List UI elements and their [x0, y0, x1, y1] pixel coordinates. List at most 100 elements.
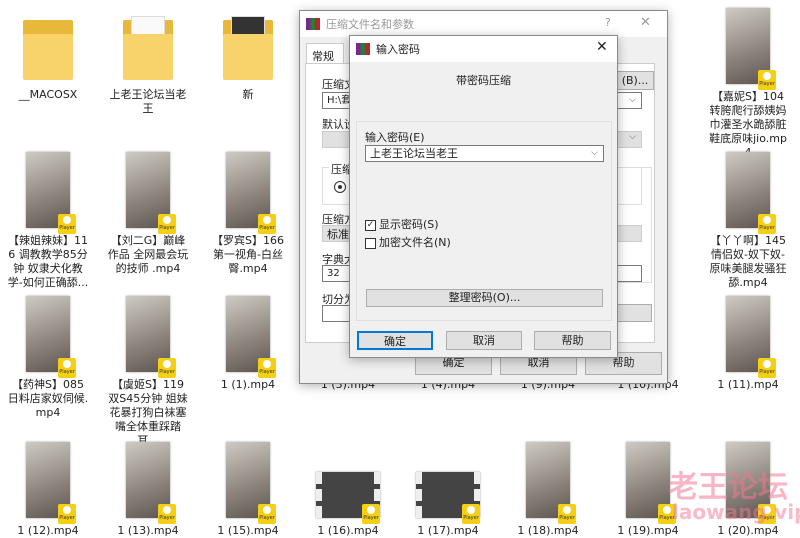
- chevron-down-icon: ⌵: [629, 95, 636, 105]
- file-item[interactable]: Player 1 (15).mp4: [200, 442, 296, 538]
- file-item[interactable]: Player 【辣姐辣妹】116 调教教学85分钟 奴隶犬化教学-如何正确舔...: [0, 152, 96, 290]
- file-item[interactable]: Player 【药神S】085 日料店家奴伺候.mp4: [0, 296, 96, 420]
- help-button[interactable]: 帮助: [534, 331, 611, 350]
- watermark-url: laowang.vip: [672, 500, 800, 524]
- organize-passwords-button[interactable]: 整理密码(O)...: [366, 289, 603, 307]
- chevron-down-icon: ⌵: [591, 148, 598, 158]
- player-badge-icon: Player: [558, 504, 576, 524]
- video-thumbnail: Player: [26, 442, 76, 524]
- player-badge-icon: Player: [58, 214, 76, 234]
- checkbox-checked-icon: ✓: [365, 219, 376, 231]
- help-icon[interactable]: ?: [605, 16, 611, 29]
- video-thumbnail: Player: [226, 152, 276, 234]
- folder-item[interactable]: __MACOSX: [0, 8, 96, 102]
- password-dialog: 输入密码 ✕ 带密码压缩 输入密码(E) 上老王论坛当老王 ⌵ ✓ 显示密码(S) …: [349, 35, 618, 358]
- winrar-icon: [306, 18, 320, 30]
- file-name: 【刘二G】巅峰作品 全网最会玩的技师 .mp4: [107, 234, 189, 275]
- player-badge-icon: Player: [158, 504, 176, 524]
- cancel-button[interactable]: 取消: [446, 331, 522, 350]
- tab-general[interactable]: 常规: [306, 43, 344, 64]
- title-bar: 压缩文件名和参数 ? ✕: [300, 11, 667, 37]
- file-name: 【罗宾S】166 第一视角-白丝臀.mp4: [212, 234, 284, 275]
- player-badge-icon: Player: [58, 358, 76, 378]
- video-thumbnail: Player: [416, 472, 480, 524]
- file-item[interactable]: Player 【虞姬S】119 双S45分钟 姐妹花暴打狗白袜塞嘴全体重踩踏耳..…: [100, 296, 196, 448]
- file-name: 1 (13).mp4: [117, 524, 179, 537]
- file-item[interactable]: Player 1 (1).mp4: [200, 296, 296, 392]
- file-item[interactable]: Player 1 (13).mp4: [100, 442, 196, 538]
- video-thumbnail: Player: [226, 296, 276, 378]
- file-item[interactable]: Player 1 (11).mp4: [700, 296, 796, 392]
- file-name: 【药神S】085 日料店家奴伺候.mp4: [7, 378, 89, 419]
- browse-button[interactable]: (B)...: [616, 71, 654, 90]
- file-name: __MACOSX: [18, 88, 78, 101]
- file-item[interactable]: Player 1 (12).mp4: [0, 442, 96, 538]
- show-password-checkbox[interactable]: ✓ 显示密码(S): [365, 216, 439, 232]
- dialog-heading: 带密码压缩: [456, 74, 511, 87]
- file-name: 1 (15).mp4: [217, 524, 279, 537]
- dialog-title: 输入密码: [376, 43, 420, 56]
- close-icon[interactable]: ✕: [596, 39, 608, 55]
- file-name: 1 (17).mp4: [417, 524, 479, 537]
- file-item[interactable]: Player 【罗宾S】166 第一视角-白丝臀.mp4: [200, 152, 296, 276]
- file-name: 1 (16).mp4: [317, 524, 379, 537]
- file-item[interactable]: Player 1 (18).mp4: [500, 442, 596, 538]
- video-thumbnail: Player: [126, 152, 176, 234]
- password-input[interactable]: 上老王论坛当老王 ⌵: [365, 145, 604, 162]
- chevron-down-icon: ⌵: [629, 132, 636, 142]
- folder-icon: [123, 16, 173, 82]
- file-name: 【辣姐辣妹】116 调教教学85分钟 奴隶犬化教学-如何正确舔...: [7, 234, 89, 289]
- file-name: 1 (11).mp4: [717, 378, 779, 391]
- folder-icon: [223, 16, 273, 82]
- ok-button[interactable]: 确定: [357, 331, 433, 350]
- options-button[interactable]: [616, 304, 652, 322]
- checkbox-icon: [365, 237, 376, 249]
- title-bar: 输入密码 ✕: [350, 36, 617, 62]
- player-badge-icon: Player: [462, 504, 480, 524]
- file-item[interactable]: Player【嘉妮S】104 转胯爬行舔姨妈巾灌圣水跪舔脏鞋底原味jio.mp4: [700, 8, 796, 160]
- file-name: 1 (20).mp4: [717, 524, 779, 537]
- player-badge-icon: Player: [758, 358, 776, 378]
- password-label: 输入密码(E): [365, 131, 425, 144]
- dialog-title: 压缩文件名和参数: [326, 18, 414, 31]
- file-item[interactable]: Player 【丫丫啊】145 情侣奴-奴下奴-原味美腿发骚狂舔.mp4: [700, 152, 796, 290]
- file-name: 【嘉妮S】104 转胯爬行舔姨妈巾灌圣水跪舔脏鞋底原味jio.mp4: [709, 90, 787, 159]
- player-badge-icon: Player: [158, 214, 176, 234]
- file-name: 1 (12).mp4: [17, 524, 79, 537]
- file-name: 1 (1).mp4: [220, 378, 276, 391]
- player-badge-icon: Player: [258, 504, 276, 524]
- player-badge-icon: Player: [758, 70, 776, 90]
- player-badge-icon: Player: [362, 504, 380, 524]
- video-thumbnail: Player: [26, 296, 76, 378]
- video-thumbnail: Player: [726, 152, 776, 234]
- video-thumbnail: Player: [316, 472, 380, 524]
- file-name: 上老王论坛当老王: [109, 88, 187, 115]
- file-name: 1 (18).mp4: [517, 524, 579, 537]
- file-item[interactable]: Player 1 (17).mp4: [400, 442, 496, 538]
- player-badge-icon: Player: [58, 504, 76, 524]
- file-name: 1 (19).mp4: [617, 524, 679, 537]
- video-thumbnail: Player: [526, 442, 576, 524]
- video-thumbnail: Player: [626, 442, 676, 524]
- file-name: 新: [242, 88, 254, 101]
- winrar-icon: [356, 43, 370, 55]
- folder-item[interactable]: 上老王论坛当老王: [100, 8, 196, 116]
- file-item[interactable]: Player 1 (16).mp4: [300, 442, 396, 538]
- radio-rar[interactable]: [334, 181, 346, 193]
- player-badge-icon: Player: [758, 214, 776, 234]
- video-thumbnail: Player: [26, 152, 76, 234]
- video-thumbnail: Player: [226, 442, 276, 524]
- video-thumbnail: Player: [726, 296, 776, 378]
- file-item[interactable]: Player 【刘二G】巅峰作品 全网最会玩的技师 .mp4: [100, 152, 196, 276]
- options-box: [616, 167, 652, 283]
- file-name: 【虞姬S】119 双S45分钟 姐妹花暴打狗白袜塞嘴全体重踩踏耳...: [108, 378, 188, 447]
- file-name: 【丫丫啊】145 情侣奴-奴下奴-原味美腿发骚狂舔.mp4: [709, 234, 787, 289]
- player-badge-icon: Player: [158, 358, 176, 378]
- video-thumbnail: Player: [726, 8, 776, 90]
- folder-icon: [23, 16, 73, 82]
- encrypt-filenames-checkbox[interactable]: 加密文件名(N): [365, 234, 451, 250]
- folder-item[interactable]: 新: [200, 8, 296, 102]
- video-thumbnail: Player: [126, 296, 176, 378]
- close-icon[interactable]: ✕: [640, 15, 651, 30]
- player-badge-icon: Player: [258, 214, 276, 234]
